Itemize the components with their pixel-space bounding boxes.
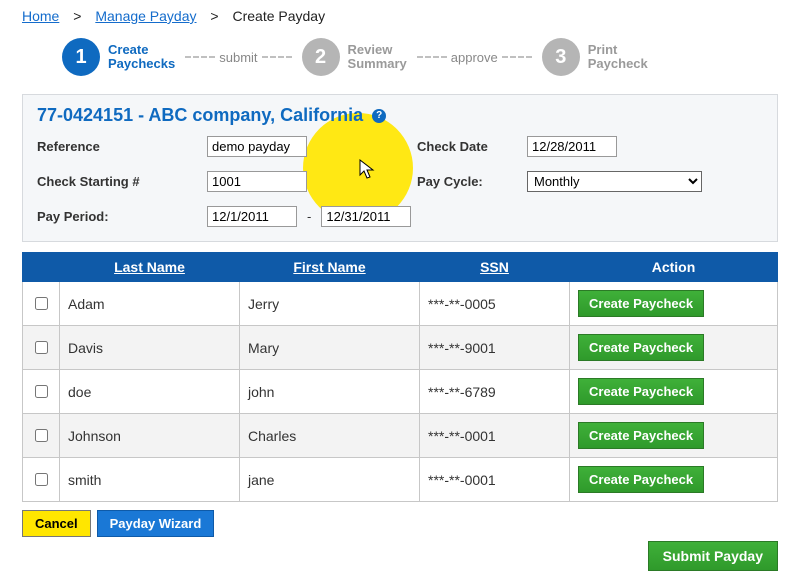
cell-first-name: Charles xyxy=(240,414,420,458)
table-row: DavisMary***-**-9001 Create Paycheck xyxy=(23,326,778,370)
breadcrumb-home[interactable]: Home xyxy=(22,8,59,24)
header-checkbox xyxy=(23,253,60,282)
cell-ssn: ***-**-0001 xyxy=(420,458,570,502)
check-starting-input[interactable] xyxy=(207,171,307,192)
label-check-starting: Check Starting # xyxy=(37,174,207,189)
cell-last-name: Davis xyxy=(60,326,240,370)
cell-first-name: john xyxy=(240,370,420,414)
pay-period-to-input[interactable] xyxy=(321,206,411,227)
cell-ssn: ***-**-6789 xyxy=(420,370,570,414)
cancel-button[interactable]: Cancel xyxy=(22,510,91,537)
cell-ssn: ***-**-9001 xyxy=(420,326,570,370)
cell-last-name: doe xyxy=(60,370,240,414)
wizard-step-create: 1 Create Paychecks xyxy=(62,38,175,76)
step-number-icon: 2 xyxy=(302,38,340,76)
progress-wizard: 1 Create Paychecks submit 2 Review Summa… xyxy=(62,38,778,76)
payday-form-panel: 77-0424151 - ABC company, California ? R… xyxy=(22,94,778,242)
breadcrumb-current: Create Payday xyxy=(232,8,325,24)
label-reference: Reference xyxy=(37,139,207,154)
header-action: Action xyxy=(652,259,696,275)
cell-first-name: Mary xyxy=(240,326,420,370)
cell-first-name: Jerry xyxy=(240,282,420,326)
header-last-name[interactable]: Last Name xyxy=(114,259,185,275)
label-pay-cycle: Pay Cycle: xyxy=(417,174,527,189)
label-pay-period: Pay Period: xyxy=(37,209,207,224)
header-first-name[interactable]: First Name xyxy=(293,259,365,275)
row-checkbox[interactable] xyxy=(35,297,48,310)
wizard-step-print: 3 Print Paycheck xyxy=(542,38,648,76)
row-checkbox[interactable] xyxy=(35,385,48,398)
help-icon[interactable]: ? xyxy=(372,109,386,123)
breadcrumb-manage-payday[interactable]: Manage Payday xyxy=(95,8,196,24)
create-paycheck-button[interactable]: Create Paycheck xyxy=(578,334,704,361)
row-checkbox[interactable] xyxy=(35,341,48,354)
cell-last-name: Adam xyxy=(60,282,240,326)
table-row: smithjane***-**-0001 Create Paycheck xyxy=(23,458,778,502)
step-number-icon: 3 xyxy=(542,38,580,76)
wizard-connector: approve xyxy=(417,50,532,65)
create-paycheck-button[interactable]: Create Paycheck xyxy=(578,290,704,317)
cell-last-name: Johnson xyxy=(60,414,240,458)
table-row: JohnsonCharles***-**-0001 Create Paycheck xyxy=(23,414,778,458)
dash-separator: - xyxy=(307,209,311,224)
pay-period-from-input[interactable] xyxy=(207,206,297,227)
row-checkbox[interactable] xyxy=(35,473,48,486)
table-row: AdamJerry***-**-0005 Create Paycheck xyxy=(23,282,778,326)
cell-ssn: ***-**-0001 xyxy=(420,414,570,458)
pay-cycle-select[interactable]: Monthly xyxy=(527,171,702,192)
reference-input[interactable] xyxy=(207,136,307,157)
cell-first-name: jane xyxy=(240,458,420,502)
label-check-date: Check Date xyxy=(417,139,527,154)
step-number-icon: 1 xyxy=(62,38,100,76)
chevron-right-icon: > xyxy=(210,8,218,24)
employee-table: Last Name First Name SSN Action AdamJerr… xyxy=(22,252,778,502)
create-paycheck-button[interactable]: Create Paycheck xyxy=(578,466,704,493)
create-paycheck-button[interactable]: Create Paycheck xyxy=(578,422,704,449)
chevron-right-icon: > xyxy=(73,8,81,24)
header-ssn[interactable]: SSN xyxy=(480,259,509,275)
company-title: 77-0424151 - ABC company, California xyxy=(37,105,363,125)
submit-payday-button[interactable]: Submit Payday xyxy=(648,541,778,571)
breadcrumb: Home > Manage Payday > Create Payday xyxy=(22,8,778,24)
cell-last-name: smith xyxy=(60,458,240,502)
payday-wizard-button[interactable]: Payday Wizard xyxy=(97,510,215,537)
cell-ssn: ***-**-0005 xyxy=(420,282,570,326)
create-paycheck-button[interactable]: Create Paycheck xyxy=(578,378,704,405)
check-date-input[interactable] xyxy=(527,136,617,157)
wizard-step-review: 2 Review Summary xyxy=(302,38,407,76)
row-checkbox[interactable] xyxy=(35,429,48,442)
wizard-connector: submit xyxy=(185,50,291,65)
table-row: doejohn***-**-6789 Create Paycheck xyxy=(23,370,778,414)
